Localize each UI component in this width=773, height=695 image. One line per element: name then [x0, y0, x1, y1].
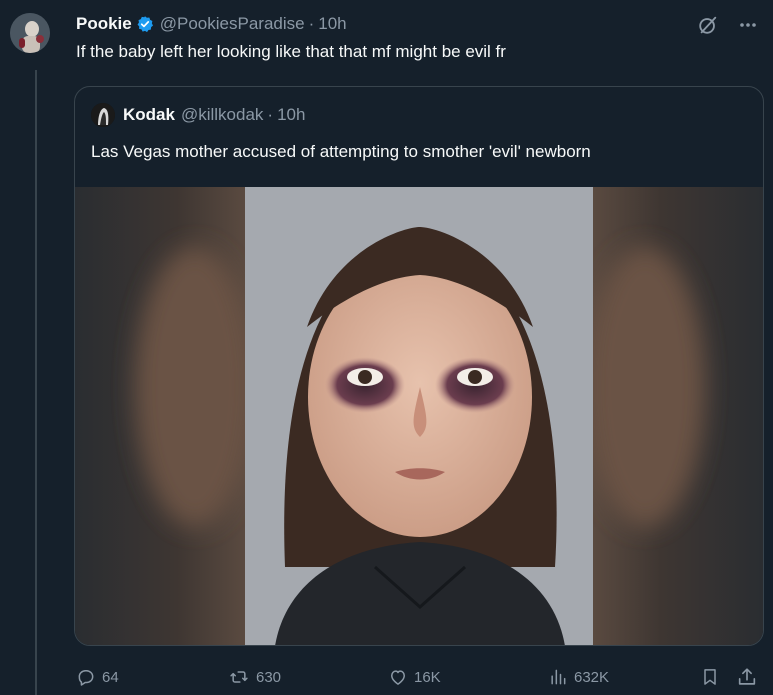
share-icon: [738, 668, 756, 685]
tweet[interactable]: Pookie @PookiesParadise · 10h If the bab: [0, 0, 773, 695]
views-button[interactable]: 632K: [548, 664, 609, 690]
quote-text: Las Vegas mother accused of attempting t…: [91, 142, 591, 161]
reply-count: 64: [102, 668, 119, 686]
tweet-actions: 64 630 16K 632K: [76, 664, 762, 690]
quote-header: Kodak @killkodak · 10h: [91, 103, 305, 127]
quote-timestamp[interactable]: 10h: [277, 105, 305, 125]
like-count: 16K: [414, 668, 441, 686]
more-icon[interactable]: [735, 12, 761, 38]
quote-author-display-name[interactable]: Kodak: [123, 105, 175, 125]
tweet-timestamp[interactable]: 10h: [318, 14, 346, 34]
author-display-name[interactable]: Pookie: [76, 14, 132, 34]
retweet-count: 630: [256, 668, 282, 686]
author-handle[interactable]: @PookiesParadise: [160, 14, 305, 34]
like-button[interactable]: 16K: [388, 664, 441, 690]
views-count: 632K: [574, 668, 610, 686]
reply-button[interactable]: 64: [76, 664, 119, 690]
quote-author-handle[interactable]: @killkodak: [181, 105, 263, 125]
quote-separator-dot: ·: [267, 105, 274, 124]
thread-line: [35, 70, 37, 695]
tweet-text: If the baby left her looking like that t…: [76, 42, 506, 61]
share-button[interactable]: [736, 664, 764, 690]
quote-media-photo[interactable]: [75, 187, 763, 645]
tweet-top-actions: [695, 12, 761, 38]
photo-placeholder-icon: [75, 187, 763, 645]
avatar-image: [10, 13, 50, 53]
quote-tweet-card[interactable]: Kodak @killkodak · 10h Las Vegas mother …: [74, 86, 764, 646]
tweet-header: Pookie @PookiesParadise · 10h: [76, 12, 347, 36]
separator-dot: ·: [308, 14, 315, 33]
views-icon: [551, 669, 566, 685]
bookmark-button[interactable]: [700, 664, 726, 690]
verified-badge-icon: [136, 15, 154, 33]
quote-avatar[interactable]: [91, 103, 115, 127]
avatar[interactable]: [10, 13, 50, 53]
heart-icon: [391, 670, 405, 685]
grok-icon[interactable]: [695, 12, 721, 38]
retweet-icon: [230, 671, 248, 683]
reply-icon: [78, 670, 94, 686]
retweet-button[interactable]: 630: [228, 664, 281, 690]
bookmark-icon: [704, 669, 716, 685]
